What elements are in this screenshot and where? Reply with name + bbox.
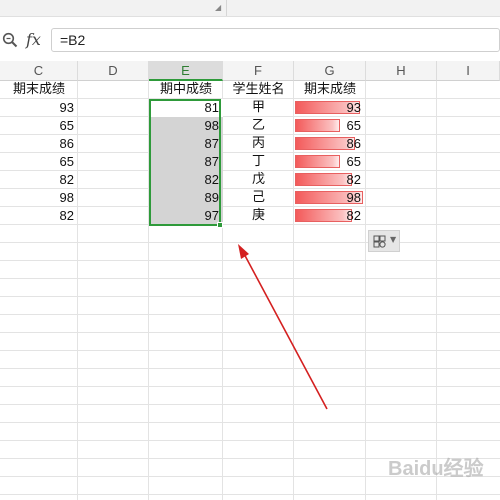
cell-c7[interactable]: 98 bbox=[0, 189, 78, 207]
cell-g8[interactable]: 82 bbox=[294, 207, 364, 225]
cell-c1[interactable]: 期末成绩 bbox=[0, 81, 78, 99]
column-header-g[interactable]: G bbox=[294, 61, 366, 81]
watermark: Baidu经验 bbox=[388, 458, 484, 480]
cell-g6[interactable]: 82 bbox=[294, 171, 364, 189]
fx-icon[interactable]: fx bbox=[26, 30, 41, 49]
grid-line bbox=[0, 422, 500, 423]
cell-g7[interactable]: 98 bbox=[294, 189, 364, 207]
column-header-i[interactable]: I bbox=[437, 61, 500, 81]
grid-line bbox=[0, 314, 500, 315]
cell-f3[interactable]: 乙 bbox=[223, 117, 294, 135]
cell-f8[interactable]: 庚 bbox=[223, 207, 294, 225]
cell-g1[interactable]: 期末成绩 bbox=[294, 81, 366, 99]
fill-handle[interactable] bbox=[217, 222, 223, 228]
grid-line bbox=[0, 242, 500, 243]
column-header-d[interactable]: D bbox=[78, 61, 149, 81]
formula-input[interactable]: =B2 bbox=[51, 28, 500, 52]
column-header-c[interactable]: C bbox=[0, 61, 78, 81]
grid-line bbox=[0, 386, 500, 387]
cell-c3[interactable]: 65 bbox=[0, 117, 78, 135]
paste-options-icon bbox=[373, 235, 386, 248]
name-box-dropdown-icon[interactable]: ◢ bbox=[215, 3, 221, 12]
grid-line bbox=[0, 260, 500, 261]
grid-line bbox=[0, 440, 500, 441]
magnifier-icon[interactable] bbox=[2, 32, 18, 48]
toolbar-separator bbox=[226, 0, 227, 16]
cell-f5[interactable]: 丁 bbox=[223, 153, 294, 171]
cell-f7[interactable]: 己 bbox=[223, 189, 294, 207]
selection-range-outline bbox=[149, 99, 221, 226]
cell-c4[interactable]: 86 bbox=[0, 135, 78, 153]
paste-options-button[interactable]: ▼ bbox=[368, 230, 400, 252]
cell-g5[interactable]: 65 bbox=[294, 153, 364, 171]
formula-bar: fx =B2 bbox=[0, 26, 500, 56]
grid-line bbox=[436, 81, 437, 500]
cell-e1[interactable]: 期中成绩 bbox=[149, 81, 223, 99]
cell-f1[interactable]: 学生姓名 bbox=[223, 81, 294, 99]
grid-line bbox=[0, 404, 500, 405]
grid-line bbox=[0, 332, 500, 333]
cell-c8[interactable]: 82 bbox=[0, 207, 78, 225]
grid-line bbox=[0, 368, 500, 369]
chevron-down-icon: ▼ bbox=[390, 235, 397, 244]
grid-line bbox=[0, 278, 500, 279]
cell-f2[interactable]: 甲 bbox=[223, 99, 294, 117]
cell-c6[interactable]: 82 bbox=[0, 171, 78, 189]
formula-text: =B2 bbox=[60, 32, 86, 48]
grid-line bbox=[0, 494, 500, 495]
cell-c2[interactable]: 93 bbox=[0, 99, 78, 117]
cell-f4[interactable]: 丙 bbox=[223, 135, 294, 153]
cell-f6[interactable]: 戊 bbox=[223, 171, 294, 189]
column-header-f[interactable]: F bbox=[223, 61, 294, 81]
cell-g3[interactable]: 65 bbox=[294, 117, 364, 135]
grid-line bbox=[0, 296, 500, 297]
toolbar-strip: ◢ bbox=[0, 0, 500, 17]
cell-g4[interactable]: 86 bbox=[294, 135, 364, 153]
cell-g2[interactable]: 93 bbox=[294, 99, 364, 117]
grid-line bbox=[0, 350, 500, 351]
grid-line bbox=[365, 81, 366, 500]
column-header-e[interactable]: E bbox=[149, 61, 223, 81]
column-header-h[interactable]: H bbox=[366, 61, 437, 81]
cell-c5[interactable]: 65 bbox=[0, 153, 78, 171]
